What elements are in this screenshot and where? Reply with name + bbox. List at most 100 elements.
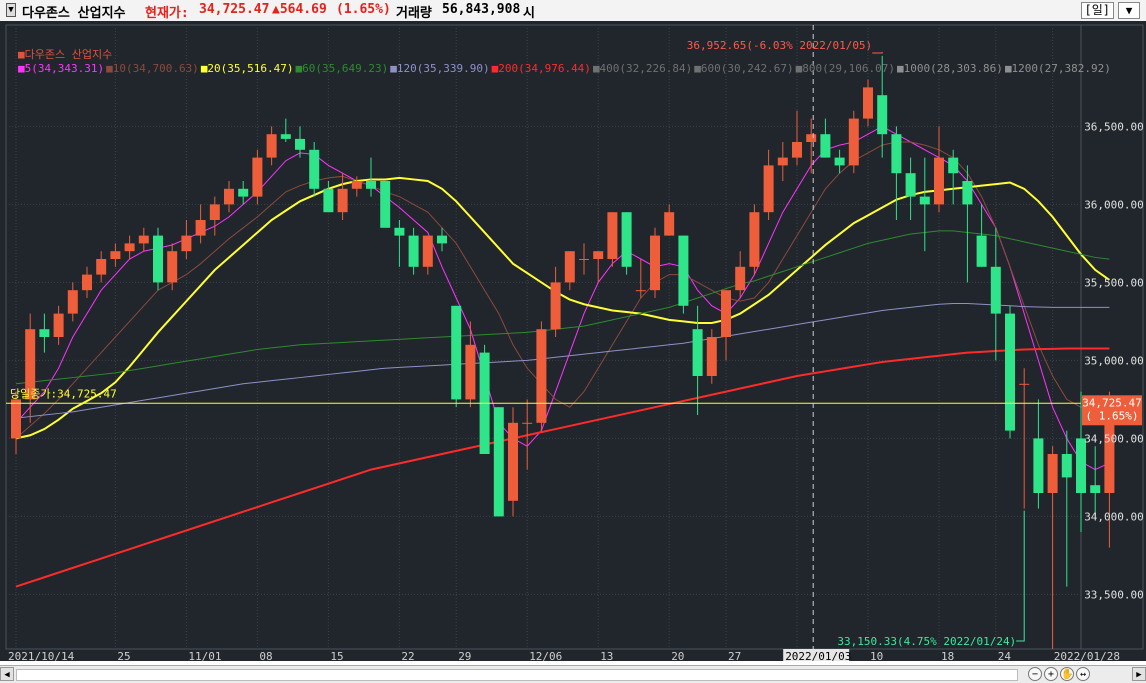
candle-body — [337, 188, 348, 213]
candle-body — [536, 329, 547, 423]
candle-body — [550, 282, 561, 330]
scroll-track[interactable] — [16, 669, 1018, 681]
legend-item[interactable]: ■10(34,700.63) — [106, 62, 199, 75]
candle-body — [621, 212, 632, 267]
y-tick-label: 36,500.00 — [1084, 120, 1144, 133]
chart-indicator-icon[interactable]: ▼ — [6, 3, 16, 17]
candle-body — [508, 422, 518, 501]
fit-icon[interactable]: ↔ — [1076, 667, 1090, 681]
legend-item[interactable]: ■400(32,226.84) — [593, 62, 692, 75]
x-tick-label: 20 — [671, 650, 684, 661]
legend-item[interactable]: ■600(30,242.67) — [694, 62, 793, 75]
candle-body — [380, 181, 391, 228]
y-axis-panel — [1080, 24, 1144, 650]
legend-item[interactable]: ■60(35,649.23) — [296, 62, 389, 75]
candle-body — [834, 157, 845, 166]
candle-body — [650, 235, 660, 291]
candle-body — [394, 227, 405, 236]
legend-item[interactable]: ■20(35,516.47) — [201, 62, 294, 75]
legend-item[interactable]: ■120(35,339.90) — [390, 62, 489, 75]
candle-body — [366, 181, 376, 189]
scroll-right-button[interactable]: ▶ — [1132, 667, 1146, 681]
x-tick-label: 10 — [870, 650, 883, 661]
price-label: 현재가: — [145, 6, 189, 21]
candle-body — [891, 134, 902, 174]
scroll-left-button[interactable]: ◀ — [0, 667, 14, 681]
candle-body — [138, 235, 149, 244]
legend-item[interactable]: ■다우존스 산업지수 — [18, 48, 112, 61]
candle-body — [1005, 313, 1015, 431]
y-tick-label: 36,000.00 — [1084, 198, 1144, 211]
chart-area[interactable]: 36,500.00 36,000.00 35,500.00 35,000.00 34,5… — [0, 21, 1146, 663]
x-tick-label: 25 — [117, 650, 130, 661]
candle-body — [806, 134, 817, 142]
candle-body — [564, 251, 575, 283]
period-button[interactable]: [일] — [1080, 2, 1114, 19]
title-bar: ▼ 다우존스 산업지수 현재가: 34,725.47 ▲564.69 (1.65… — [0, 0, 1146, 22]
candle-body — [934, 157, 944, 205]
candle-body — [635, 290, 646, 292]
candle-body — [238, 188, 249, 197]
x-tick-label: 29 — [458, 650, 471, 661]
candle-body — [195, 220, 206, 236]
candle-body — [721, 290, 731, 337]
candle-body — [67, 290, 78, 314]
y-tick-label: 35,500.00 — [1084, 276, 1144, 289]
candle-body — [848, 118, 859, 166]
x-tick-label: 11/01 — [188, 650, 221, 661]
candle-body — [976, 235, 987, 267]
candle-body — [763, 165, 774, 213]
x-tick-label: 2021/10/14 — [8, 650, 75, 661]
candle-body — [110, 251, 121, 259]
bottom-toolbar: ◀ − + ✋ ↔ ▶ — [0, 665, 1146, 683]
low-annotation: 33,150.33(4.75% 2022/01/24) — [837, 635, 1016, 648]
candle-body — [1033, 438, 1044, 493]
candle-body — [351, 181, 362, 189]
candle-body — [209, 204, 220, 220]
hand-tool-icon[interactable]: ✋ — [1060, 667, 1074, 681]
zoom-in-icon[interactable]: + — [1044, 667, 1058, 681]
candle-body — [919, 196, 930, 205]
volume-label: 거래량 — [396, 6, 432, 21]
candle-body — [522, 422, 533, 424]
x-tick-label: 13 — [600, 650, 613, 661]
x-tick-label: 15 — [330, 650, 343, 661]
candle-body — [280, 134, 291, 139]
legend-item[interactable]: ■1000(28,303.86) — [897, 62, 1003, 75]
x-tick-label: 08 — [259, 650, 272, 661]
candle-body — [664, 212, 675, 236]
price-change: ▲564.69 — [272, 2, 327, 17]
last-pct-label: ( 1.65%) — [1086, 409, 1139, 422]
y-tick-label: 33,500.00 — [1084, 588, 1144, 601]
candle-body — [181, 235, 192, 252]
y-tick-label: 34,000.00 — [1084, 510, 1144, 523]
candle-body — [863, 87, 873, 119]
x-tick-label: 24 — [998, 650, 1012, 661]
candle-body — [465, 344, 476, 400]
zoom-out-icon[interactable]: − — [1028, 667, 1042, 681]
candle-body — [749, 212, 760, 267]
candle-body — [437, 235, 447, 244]
unit-label: 시 — [523, 6, 535, 21]
current-price: 34,725.47 — [199, 2, 270, 17]
legend-item[interactable]: ■800(29,106.07) — [796, 62, 895, 75]
price-change-pct: (1.65%) — [336, 2, 391, 17]
x-tick-label: 2022/01/28 — [1054, 650, 1120, 661]
candlestick-chart[interactable]: 36,500.00 36,000.00 35,500.00 35,000.00 34,5… — [0, 21, 1146, 663]
candle-body — [167, 251, 178, 283]
legend-item[interactable]: ■200(34,976.44) — [492, 62, 591, 75]
candle-body — [905, 173, 916, 197]
candle-body — [962, 181, 973, 205]
candle-body — [82, 274, 92, 291]
candle-body — [820, 134, 831, 158]
legend-item[interactable]: ■5(34,343.31) — [18, 62, 104, 75]
x-tick-label: 22 — [401, 650, 414, 661]
candle-body — [124, 243, 135, 252]
candle-body — [1090, 485, 1101, 493]
chart-menu-button[interactable]: ▼ — [1118, 2, 1140, 19]
candle-body — [1061, 454, 1072, 478]
candle-body — [792, 142, 802, 158]
legend-item[interactable]: ■1200(27,382.92) — [1005, 62, 1111, 75]
candle-body — [153, 235, 163, 283]
candle-body — [252, 157, 263, 197]
